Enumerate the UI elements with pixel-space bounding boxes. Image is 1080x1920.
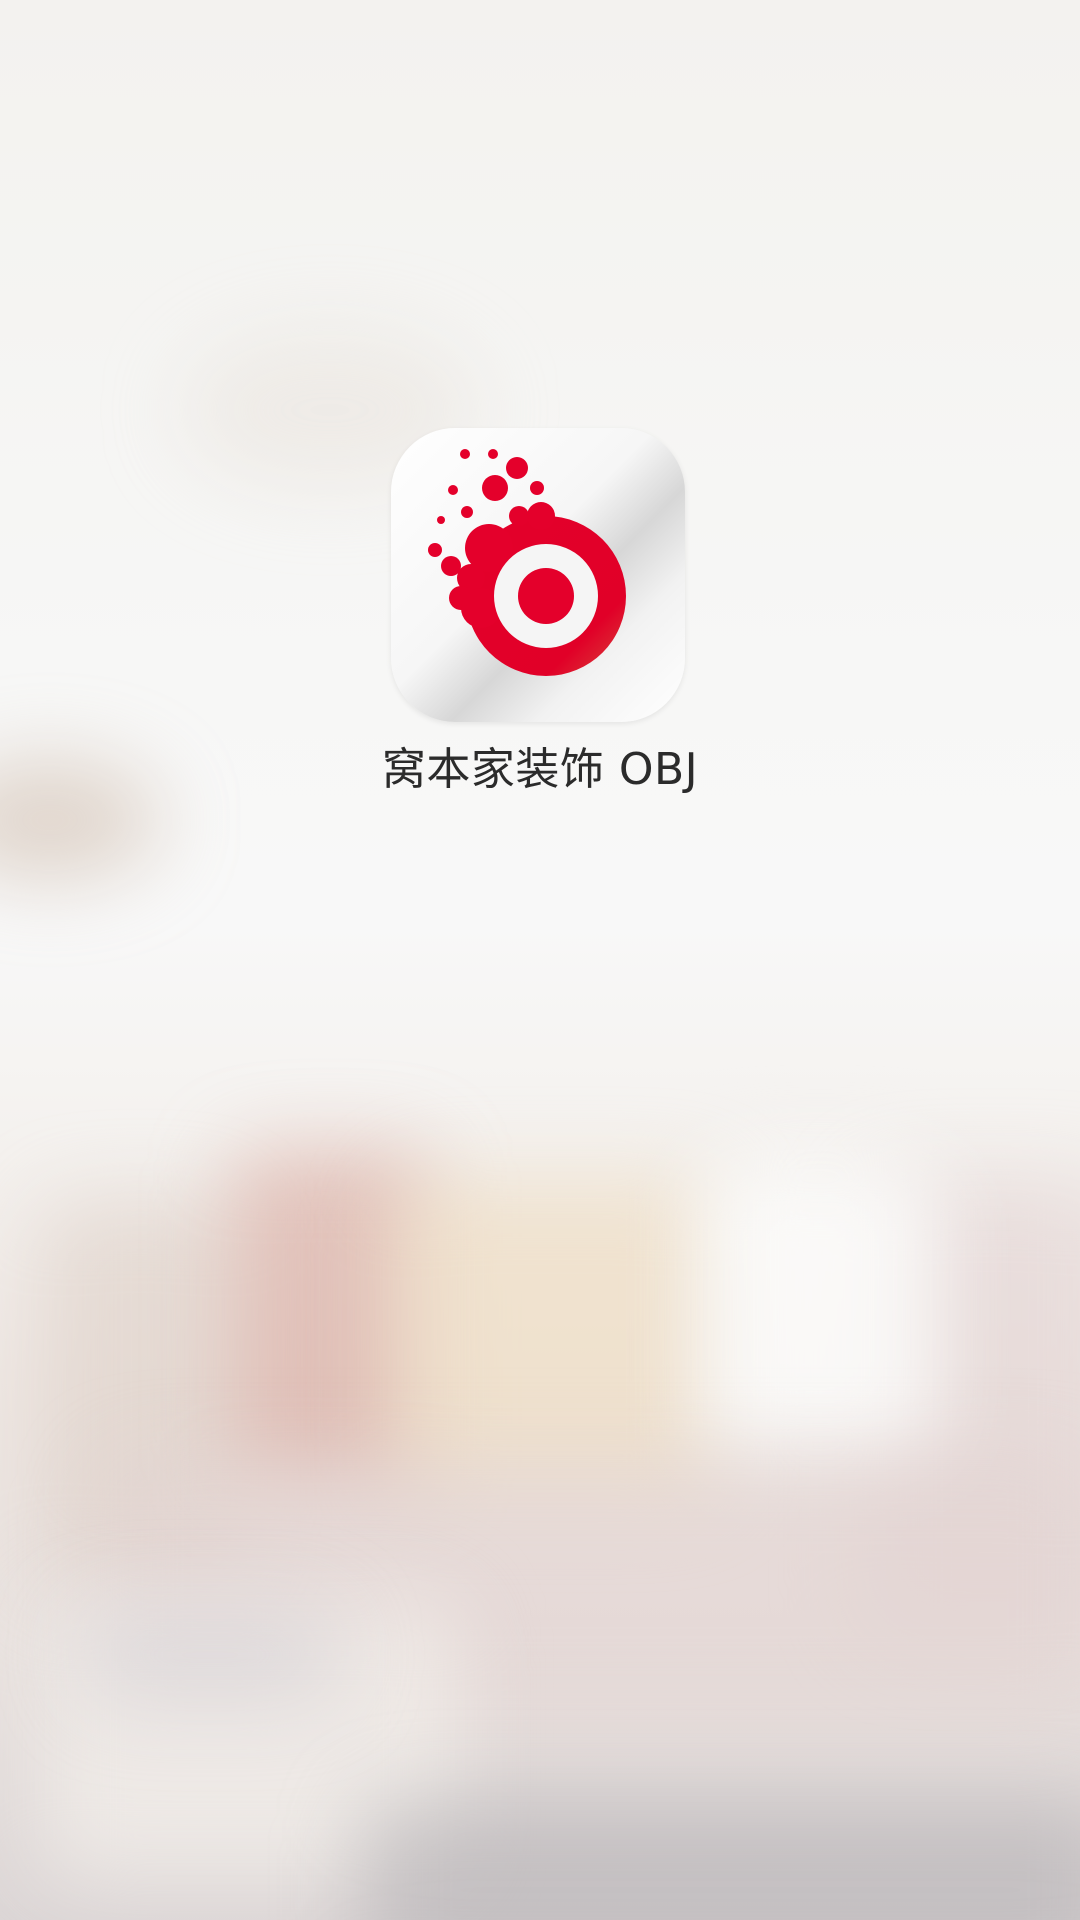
blurred-room-background xyxy=(0,0,1080,1920)
app-name-label: 窝本家装饰 OBJ xyxy=(381,744,699,795)
app-logo-icon xyxy=(391,428,685,722)
obj-logo-icon xyxy=(428,449,626,676)
